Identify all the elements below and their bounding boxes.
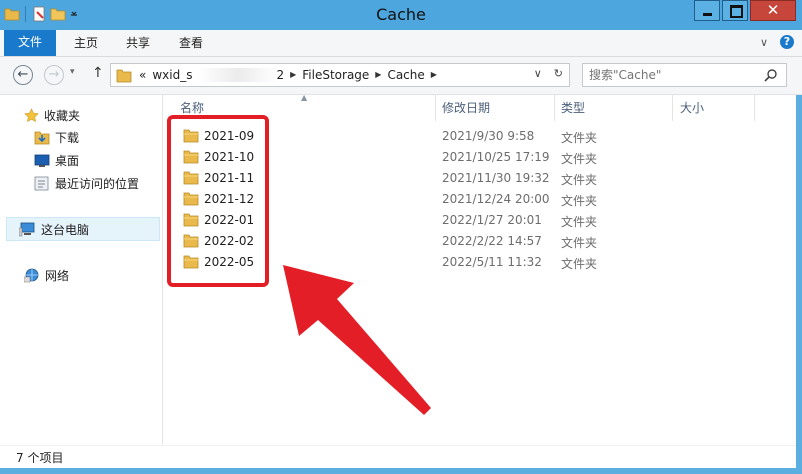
annotation-arrow — [283, 265, 431, 415]
explorer-window: Cache ✕ 文件 主页 共享 查看 ∨ ? ← → ▾ ↑ « wxid_s… — [0, 0, 802, 474]
